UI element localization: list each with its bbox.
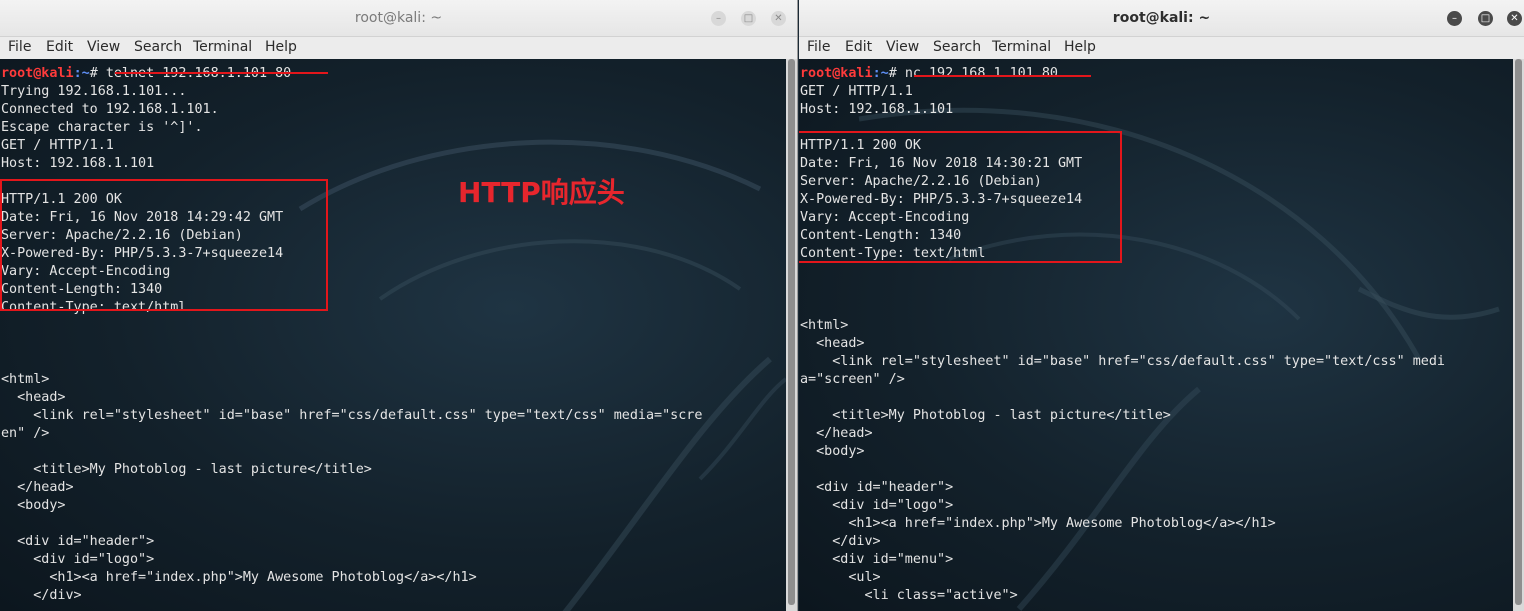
menu-edit[interactable]: Edit [46, 39, 73, 55]
terminal-output: root@kali:~# telnet 192.168.1.101 80 Try… [1, 65, 702, 605]
terminal-line: <body> [1, 498, 66, 513]
command-line: root@kali:~# nc 192.168.1.101 80 [800, 65, 1445, 83]
menu-file[interactable]: File [807, 39, 830, 55]
prompt-path: :~ [872, 66, 889, 81]
menu-view[interactable]: View [886, 39, 919, 55]
terminal-line: <head> [800, 336, 865, 351]
scrollbar-thumb[interactable] [1515, 59, 1522, 605]
terminal-line: </div> [1, 588, 82, 603]
menu-edit[interactable]: Edit [845, 39, 872, 55]
menu-bar: File Edit View Search Terminal Help [0, 37, 797, 59]
terminal-line: <li class="active"> [800, 588, 1018, 603]
terminal-line: <head> [1, 390, 66, 405]
menu-view[interactable]: View [87, 39, 120, 55]
menu-search[interactable]: Search [933, 39, 981, 55]
terminal-line: a="screen" /> [800, 372, 905, 387]
terminal-line: GET / HTTP/1.1 [1, 138, 114, 153]
terminal-line: <body> [800, 444, 865, 459]
maximize-icon[interactable]: □ [741, 11, 756, 26]
menu-terminal[interactable]: Terminal [193, 39, 252, 55]
window-title: root@kali: ~ [354, 10, 443, 26]
terminal-line: <h1><a href="index.php">My Awesome Photo… [800, 516, 1276, 531]
minimize-icon[interactable]: – [711, 11, 726, 26]
command-text: nc 192.168.1.101 80 [904, 66, 1058, 81]
menu-bar: File Edit View Search Terminal Help [799, 37, 1524, 59]
terminal-line: </head> [1, 480, 74, 495]
minimize-icon[interactable]: – [1447, 11, 1462, 26]
terminal-line: Trying 192.168.1.101... [1, 84, 187, 99]
terminal-line: en" /> [1, 426, 50, 441]
command-underline [914, 75, 1091, 77]
annotation-label: HTTP响应头 [458, 176, 625, 209]
menu-search[interactable]: Search [134, 39, 182, 55]
terminal-line: <div id="header"> [800, 480, 954, 495]
terminal-line: Connected to 192.168.1.101. [1, 102, 219, 117]
menu-file[interactable]: File [8, 39, 31, 55]
terminal-line: <div id="header"> [1, 534, 155, 549]
terminal-line: <title>My Photoblog - last picture</titl… [1, 462, 372, 477]
menu-help[interactable]: Help [265, 39, 297, 55]
terminal-line: <title>My Photoblog - last picture</titl… [800, 408, 1171, 423]
command-line: root@kali:~# telnet 192.168.1.101 80 [1, 65, 702, 83]
terminal-line: </head> [800, 426, 873, 441]
scrollbar[interactable] [786, 59, 797, 611]
command-underline [115, 72, 328, 74]
terminal-line: <ul> [800, 570, 881, 585]
prompt-user: root@kali [1, 66, 74, 81]
terminal-line: <h1><a href="index.php">My Awesome Photo… [1, 570, 477, 585]
menu-terminal[interactable]: Terminal [992, 39, 1051, 55]
prompt-user: root@kali [800, 66, 873, 81]
terminal-window-nc[interactable]: root@kali: ~ – □ ✕ File Edit View Search… [799, 0, 1524, 611]
terminal-line: <link rel="stylesheet" id="base" href="c… [1, 408, 703, 423]
terminal-line: GET / HTTP/1.1 [800, 84, 913, 99]
title-bar[interactable]: root@kali: ~ – □ ✕ [0, 0, 797, 37]
terminal-window-telnet[interactable]: root@kali: ~ – □ ✕ File Edit View Search… [0, 0, 798, 611]
terminal-line: <div id="logo"> [800, 498, 954, 513]
response-header-highlight [0, 179, 328, 311]
terminal-area[interactable]: root@kali:~# telnet 192.168.1.101 80 Try… [0, 59, 786, 611]
terminal-line: Escape character is '^]'. [1, 120, 203, 135]
terminal-line: <html> [1, 372, 50, 387]
terminal-line: <html> [800, 318, 849, 333]
scrollbar-thumb[interactable] [788, 59, 795, 605]
prompt-path: :~ [73, 66, 90, 81]
terminal-line: <div id="menu"> [800, 552, 954, 567]
close-icon[interactable]: ✕ [1507, 11, 1522, 26]
menu-help[interactable]: Help [1064, 39, 1096, 55]
terminal-line: <div id="logo"> [1, 552, 155, 567]
terminal-area[interactable]: root@kali:~# nc 192.168.1.101 80 GET / H… [799, 59, 1513, 611]
prompt-symbol: # [888, 66, 905, 81]
terminal-line: Host: 192.168.1.101 [800, 102, 954, 117]
close-icon[interactable]: ✕ [771, 11, 786, 26]
maximize-icon[interactable]: □ [1478, 11, 1493, 26]
prompt-symbol: # [89, 66, 106, 81]
scrollbar[interactable] [1513, 59, 1524, 611]
terminal-line: <link rel="stylesheet" id="base" href="c… [800, 354, 1445, 369]
window-title: root@kali: ~ [1112, 10, 1211, 26]
response-header-highlight [799, 131, 1122, 263]
title-bar[interactable]: root@kali: ~ – □ ✕ [799, 0, 1524, 37]
terminal-line: </div> [800, 534, 881, 549]
